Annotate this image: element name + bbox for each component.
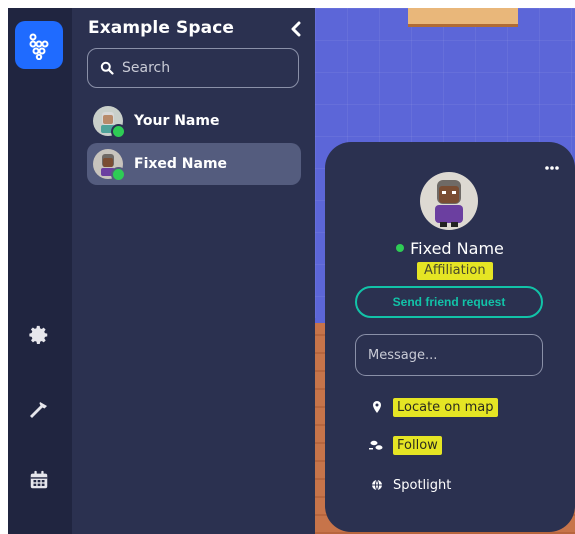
action-label: Locate on map (393, 397, 498, 417)
member-list-item-selected[interactable]: Fixed Name (87, 143, 301, 185)
members-sidebar: Example Space Your Name (72, 8, 315, 534)
more-options-button[interactable] (543, 158, 561, 170)
member-name: Fixed Name (134, 156, 228, 172)
location-pin-icon (369, 400, 385, 414)
avatar (93, 106, 126, 139)
space-title: Example Space (88, 18, 234, 38)
locate-on-map-action[interactable]: Locate on map (369, 396, 498, 418)
online-status-dot (111, 124, 126, 139)
map-stairs (408, 8, 518, 27)
globe-icon (369, 479, 385, 491)
message-input[interactable] (368, 347, 528, 363)
calendar-icon (30, 470, 48, 489)
follow-action[interactable]: Follow (369, 434, 442, 456)
search-input[interactable] (122, 60, 282, 76)
icon-rail (8, 8, 72, 534)
online-status-dot (396, 243, 405, 252)
follow-footsteps-icon (369, 439, 385, 451)
chevron-left-icon (291, 21, 301, 37)
settings-button[interactable] (24, 320, 54, 350)
build-button[interactable] (24, 396, 54, 426)
collapse-sidebar-button[interactable] (287, 20, 305, 38)
action-label: Follow (393, 435, 442, 455)
message-box[interactable] (355, 334, 543, 376)
profile-name: Fixed Name (410, 239, 504, 258)
search-box[interactable] (87, 48, 299, 88)
member-list-item[interactable]: Your Name (87, 100, 301, 142)
profile-card: Fixed Name Affiliation Send friend reque… (325, 142, 575, 532)
online-status-dot (111, 167, 126, 182)
send-friend-request-button[interactable]: Send friend request (355, 286, 543, 318)
build-hammer-icon (30, 402, 47, 418)
action-label: Spotlight (393, 477, 452, 493)
profile-affiliation: Affiliation (417, 262, 493, 280)
spotlight-action[interactable]: Spotlight (369, 474, 451, 496)
calendar-button[interactable] (24, 465, 54, 495)
profile-avatar (420, 172, 478, 230)
search-icon (100, 61, 114, 75)
avatar-sprite (435, 180, 463, 227)
avatar (93, 149, 126, 182)
member-name: Your Name (134, 113, 220, 129)
app-logo-button[interactable] (15, 21, 63, 69)
app-logo-icon (29, 33, 49, 60)
profile-name-row: Fixed Name (325, 239, 575, 258)
app-window: Example Space Your Name (8, 8, 575, 534)
more-dots-icon (545, 166, 559, 170)
settings-gear-icon (29, 325, 48, 344)
